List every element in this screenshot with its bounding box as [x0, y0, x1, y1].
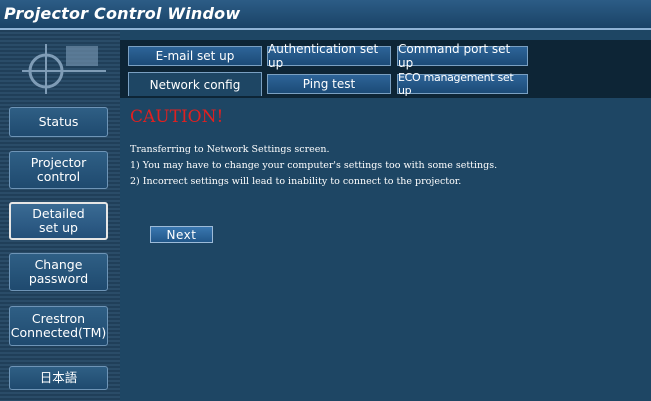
projector-control-button[interactable]: Projector control	[9, 151, 108, 189]
tab-email-set-up[interactable]: E-mail set up	[128, 46, 262, 66]
tab-network-config[interactable]: Network config	[128, 72, 262, 96]
projector-control-window: Projector Control Window Status Projecto…	[0, 0, 651, 401]
main-panel: E-mail set up Authentication set up Comm…	[120, 30, 651, 401]
message-line: 1) You may have to change your computer'…	[130, 160, 498, 171]
message-line: 2) Incorrect settings will lead to inabi…	[130, 176, 462, 187]
status-button[interactable]: Status	[9, 107, 108, 137]
next-button[interactable]: Next	[150, 226, 213, 243]
tab-eco-management-set-up[interactable]: ECO management set up	[397, 71, 528, 97]
sidebar: Status Projector control Detailed set up…	[0, 30, 120, 401]
tab-command-port-set-up[interactable]: Command port set up	[397, 42, 528, 70]
tab-ping-test[interactable]: Ping test	[267, 74, 391, 94]
crestron-connected-button[interactable]: Crestron Connected(TM)	[9, 306, 108, 346]
detailed-set-up-button[interactable]: Detailed set up	[9, 202, 108, 240]
japanese-language-button[interactable]: 日本語	[9, 366, 108, 390]
caution-heading: CAUTION!	[130, 107, 224, 127]
window-title: Projector Control Window	[4, 4, 241, 23]
caution-message: Transferring to Network Settings screen.…	[130, 142, 497, 190]
message-line: Transferring to Network Settings screen.	[130, 144, 330, 155]
projector-logo-icon	[22, 44, 106, 94]
change-password-button[interactable]: Change password	[9, 253, 108, 291]
tab-authentication-set-up[interactable]: Authentication set up	[267, 42, 391, 70]
title-bar: Projector Control Window	[0, 0, 651, 30]
